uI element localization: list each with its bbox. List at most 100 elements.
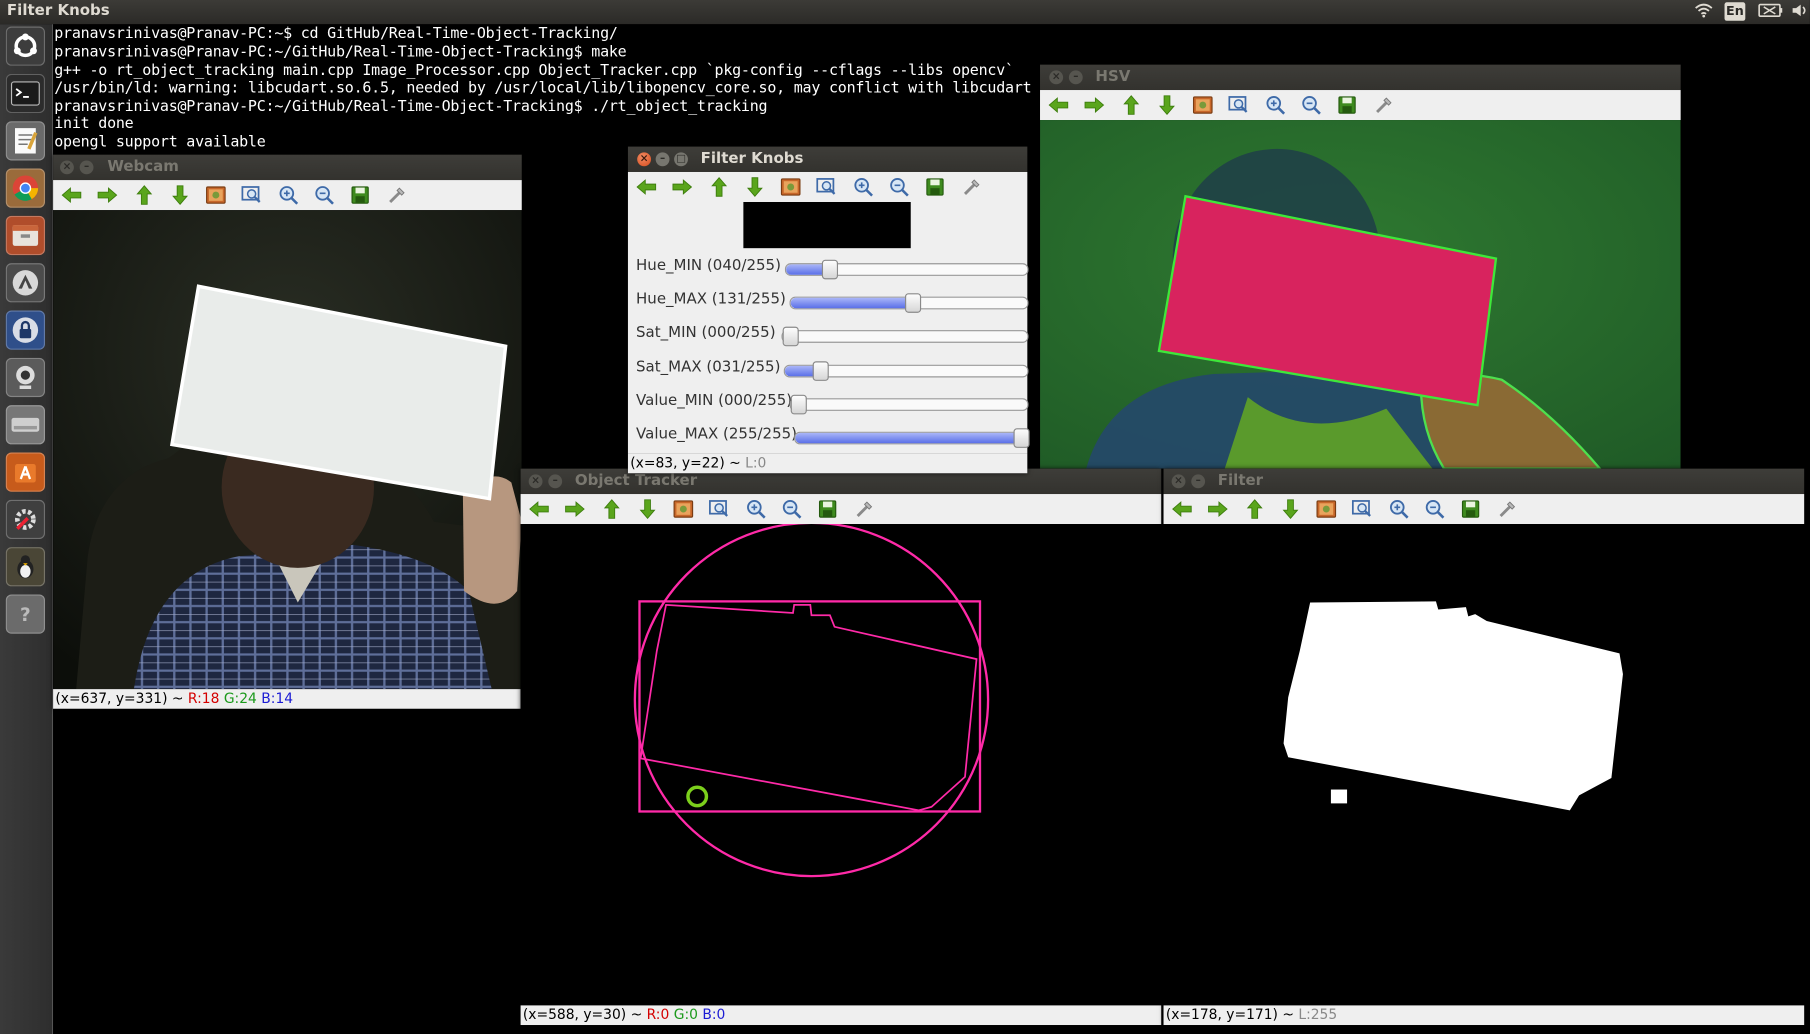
help-icon[interactable]: ? bbox=[5, 594, 46, 634]
save-icon[interactable] bbox=[349, 184, 372, 207]
filter-image[interactable] bbox=[1163, 524, 1805, 1006]
knob-slider[interactable] bbox=[784, 259, 1029, 280]
pan-right-icon[interactable] bbox=[1083, 93, 1106, 116]
minimize-icon[interactable]: – bbox=[79, 160, 94, 175]
properties-icon[interactable] bbox=[1496, 498, 1519, 521]
lock-icon[interactable] bbox=[5, 310, 46, 350]
software-updater-icon[interactable] bbox=[5, 263, 46, 303]
webcam-app-icon[interactable] bbox=[5, 357, 46, 398]
pan-up-icon[interactable] bbox=[1243, 498, 1266, 521]
minimize-icon[interactable]: – bbox=[655, 152, 670, 167]
system-settings-icon[interactable] bbox=[5, 499, 46, 540]
minimize-icon[interactable]: – bbox=[1191, 474, 1206, 489]
close-icon[interactable]: × bbox=[60, 160, 74, 175]
knob-slider-handle[interactable] bbox=[821, 259, 839, 280]
window-titlebar[interactable]: × – HSV bbox=[1040, 64, 1681, 91]
save-icon[interactable] bbox=[1459, 498, 1482, 521]
keyboard-language-indicator[interactable]: En bbox=[1724, 2, 1746, 21]
knob-slider-handle[interactable] bbox=[782, 326, 799, 347]
hsv-window[interactable]: × – HSV bbox=[1040, 64, 1681, 469]
zoom-fit-icon[interactable] bbox=[240, 184, 263, 207]
zoom-in-icon[interactable] bbox=[1264, 93, 1287, 116]
pan-right-icon[interactable] bbox=[1206, 498, 1229, 521]
filter-window[interactable]: × – Filter (x=178, y=171) ~ L:255 bbox=[1163, 468, 1805, 1026]
pan-left-icon[interactable] bbox=[60, 184, 83, 207]
zoom-in-icon[interactable] bbox=[1387, 498, 1410, 521]
close-icon[interactable]: × bbox=[1049, 70, 1064, 85]
volume-icon[interactable] bbox=[1791, 2, 1809, 22]
pan-up-icon[interactable] bbox=[1120, 93, 1143, 116]
maximize-icon[interactable]: □ bbox=[674, 152, 688, 167]
text-editor-icon[interactable] bbox=[5, 121, 46, 161]
terminal-icon[interactable] bbox=[5, 73, 46, 114]
zoom-fit-icon[interactable] bbox=[815, 175, 838, 198]
properties-icon[interactable] bbox=[386, 184, 409, 207]
pan-right-icon[interactable] bbox=[96, 184, 119, 207]
tracker-image[interactable] bbox=[520, 521, 1162, 1006]
pan-right-icon[interactable] bbox=[563, 498, 586, 521]
properties-icon[interactable] bbox=[960, 175, 983, 198]
knob-slider[interactable] bbox=[781, 326, 1029, 347]
pan-up-icon[interactable] bbox=[708, 175, 731, 198]
close-icon[interactable]: × bbox=[528, 474, 543, 489]
properties-icon[interactable] bbox=[853, 498, 876, 521]
zoom-in-icon[interactable] bbox=[852, 175, 875, 198]
chrome-icon[interactable] bbox=[5, 168, 46, 208]
reset-view-icon[interactable] bbox=[204, 184, 227, 207]
properties-icon[interactable] bbox=[1372, 93, 1395, 116]
zoom-out-icon[interactable] bbox=[1300, 93, 1323, 116]
window-titlebar[interactable]: × – Filter bbox=[1163, 468, 1805, 495]
game-icon[interactable] bbox=[5, 547, 46, 587]
knob-slider[interactable] bbox=[789, 394, 1029, 415]
save-icon[interactable] bbox=[816, 498, 839, 521]
dash-home-icon[interactable] bbox=[5, 26, 46, 66]
pan-down-icon[interactable] bbox=[1279, 498, 1302, 521]
drive-icon[interactable] bbox=[5, 405, 46, 445]
knob-slider-handle[interactable] bbox=[790, 394, 807, 415]
reset-view-icon[interactable] bbox=[1191, 93, 1214, 116]
pan-down-icon[interactable] bbox=[169, 184, 192, 207]
pan-left-icon[interactable] bbox=[1047, 93, 1070, 116]
zoom-in-icon[interactable] bbox=[745, 498, 768, 521]
save-icon[interactable] bbox=[923, 175, 946, 198]
zoom-fit-icon[interactable] bbox=[1227, 93, 1250, 116]
knob-slider-handle[interactable] bbox=[904, 293, 922, 313]
files-icon[interactable] bbox=[5, 215, 46, 256]
zoom-out-icon[interactable] bbox=[888, 175, 911, 198]
knob-slider[interactable] bbox=[794, 428, 1030, 448]
pan-down-icon[interactable] bbox=[1155, 93, 1178, 116]
hsv-image[interactable] bbox=[1040, 120, 1681, 469]
close-icon[interactable]: × bbox=[637, 152, 652, 167]
zoom-out-icon[interactable] bbox=[1423, 498, 1446, 521]
knob-slider-handle[interactable] bbox=[812, 361, 829, 381]
reset-view-icon[interactable] bbox=[779, 175, 802, 198]
reset-view-icon[interactable] bbox=[1315, 498, 1338, 521]
zoom-out-icon[interactable] bbox=[313, 184, 336, 207]
software-center-icon[interactable] bbox=[5, 452, 46, 492]
minimize-icon[interactable]: – bbox=[548, 474, 563, 489]
filter-knobs-window[interactable]: × – □ Filter Knobs Hue_MIN (040/255) Hue_… bbox=[627, 146, 1030, 474]
knob-slider[interactable] bbox=[789, 293, 1029, 313]
minimize-icon[interactable]: – bbox=[1068, 70, 1083, 85]
webcam-image[interactable] bbox=[53, 210, 522, 690]
knob-slider[interactable] bbox=[783, 361, 1029, 381]
save-icon[interactable] bbox=[1336, 93, 1359, 116]
pan-left-icon[interactable] bbox=[1170, 498, 1193, 521]
pan-left-icon[interactable] bbox=[528, 498, 551, 521]
window-titlebar[interactable]: × – □ Filter Knobs bbox=[627, 146, 1028, 172]
pan-up-icon[interactable] bbox=[600, 498, 623, 521]
zoom-fit-icon[interactable] bbox=[1351, 498, 1374, 521]
window-titlebar[interactable]: × – Webcam bbox=[53, 154, 522, 181]
pan-left-icon[interactable] bbox=[635, 175, 658, 198]
wifi-icon[interactable] bbox=[1695, 2, 1713, 22]
pan-down-icon[interactable] bbox=[743, 175, 766, 198]
zoom-fit-icon[interactable] bbox=[708, 498, 731, 521]
battery-icon[interactable] bbox=[1758, 2, 1783, 22]
pan-up-icon[interactable] bbox=[133, 184, 156, 207]
close-icon[interactable]: × bbox=[1171, 474, 1186, 489]
zoom-in-icon[interactable] bbox=[277, 184, 300, 207]
zoom-out-icon[interactable] bbox=[780, 498, 803, 521]
object-tracker-window[interactable]: × – Object Tracker (x=588, y=30) ~ R:0 G… bbox=[520, 468, 1162, 1026]
reset-view-icon[interactable] bbox=[672, 498, 695, 521]
webcam-window[interactable]: × – Webcam (x=637, y=331) ~ R:18 G:24 B: bbox=[53, 154, 522, 709]
